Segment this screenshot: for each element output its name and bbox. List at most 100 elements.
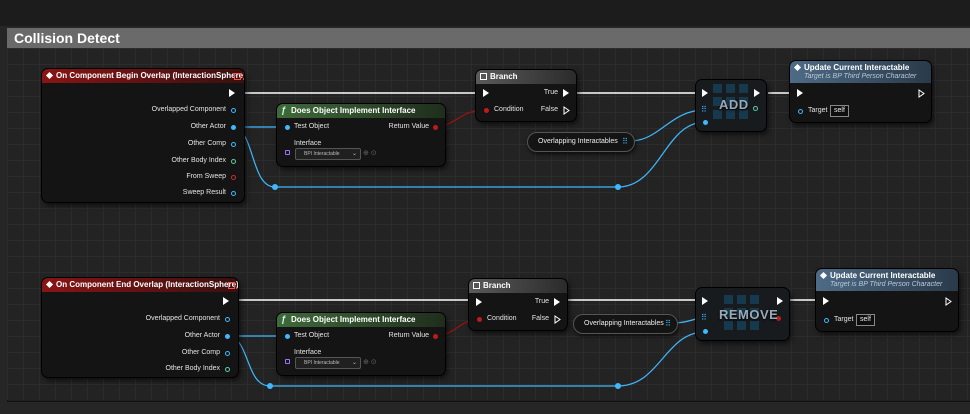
- object-pin[interactable]: [703, 329, 708, 334]
- object-pin[interactable]: [703, 120, 708, 125]
- branch-node[interactable]: Branch True Condition False: [469, 279, 567, 330]
- update-current-interactable-node[interactable]: Update Current Interactable Target is BP …: [816, 269, 958, 331]
- pin-label: Condition: [494, 106, 524, 113]
- array-pin[interactable]: ⠿: [701, 314, 707, 322]
- pin-label: Other Actor: [190, 123, 226, 130]
- int-pin[interactable]: [753, 106, 758, 111]
- int-pin[interactable]: [225, 367, 230, 372]
- pin-label: False: [540, 106, 558, 113]
- browse-icon[interactable]: ⊕ ⊙: [363, 358, 377, 366]
- exec-out-pin[interactable]: [223, 297, 229, 305]
- event-icon: [45, 71, 54, 80]
- browse-icon[interactable]: ⊕ ⊙: [363, 149, 377, 157]
- branch-icon: [480, 73, 487, 80]
- end-overlap-event-node[interactable]: On Component End Overlap (InteractionSph…: [42, 278, 238, 377]
- delegate-pin[interactable]: [234, 73, 241, 80]
- object-pin[interactable]: [285, 334, 290, 339]
- object-pin[interactable]: [225, 351, 230, 356]
- pin-label: True: [534, 298, 549, 305]
- pin-label: Overlapped Component: [151, 106, 226, 113]
- pin-label: Overlapped Component: [145, 315, 220, 322]
- target-field[interactable]: self: [830, 105, 849, 117]
- object-pin[interactable]: [231, 108, 236, 113]
- pin-label: Target: [834, 316, 854, 323]
- struct-pin[interactable]: [231, 191, 236, 196]
- object-pin[interactable]: [798, 109, 803, 114]
- does-implement-interface-node[interactable]: ƒ Does Object Implement Interface Test Ob…: [277, 313, 445, 375]
- exec-true-pin[interactable]: [554, 298, 560, 306]
- function-icon: [819, 271, 828, 280]
- graph-top-band: [0, 0, 970, 26]
- bool-pin[interactable]: [433, 334, 438, 339]
- pin-label: Other Body Index: [165, 365, 220, 372]
- chevron-down-icon: ⌄: [351, 360, 357, 366]
- bool-pin[interactable]: [231, 175, 236, 180]
- node-subtitle: Target is BP Third Person Character: [830, 281, 943, 288]
- int-pin[interactable]: [231, 159, 236, 164]
- add-array-node[interactable]: ⠿ ADD: [696, 80, 766, 131]
- pin-label: Interface: [294, 349, 322, 356]
- class-pin[interactable]: [285, 359, 290, 364]
- exec-in-pin[interactable]: [823, 297, 829, 305]
- exec-out-pin[interactable]: [918, 89, 925, 98]
- array-pin[interactable]: ⠿: [701, 106, 707, 114]
- pin-label: True: [543, 89, 558, 96]
- object-pin[interactable]: [231, 125, 236, 130]
- node-title: Update Current Interactable: [804, 63, 910, 72]
- overlapping-interactables-var[interactable]: Overlapping Interactables ⠿: [573, 314, 678, 334]
- pin-label: Return Value: [388, 332, 429, 339]
- bool-pin[interactable]: [477, 317, 482, 322]
- node-title: On Component Begin Overlap (InteractionS…: [56, 71, 244, 80]
- function-icon: ƒ: [281, 105, 287, 115]
- exec-in-pin[interactable]: [702, 89, 708, 97]
- delegate-pin[interactable]: [228, 282, 235, 289]
- target-field[interactable]: self: [856, 314, 875, 326]
- object-pin[interactable]: [824, 318, 829, 323]
- pin-label: Return Value: [388, 123, 429, 130]
- exec-true-pin[interactable]: [563, 89, 569, 97]
- exec-in-pin[interactable]: [702, 297, 708, 305]
- pin-label: Test Object: [294, 123, 330, 130]
- begin-overlap-event-node[interactable]: On Component Begin Overlap (InteractionS…: [42, 69, 244, 202]
- bool-pin[interactable]: [484, 108, 489, 113]
- pin-label: Interface: [294, 140, 322, 147]
- update-current-interactable-node[interactable]: Update Current Interactable Target is BP …: [790, 61, 931, 122]
- pin-label: False: [531, 315, 549, 322]
- node-title: Update Current Interactable: [830, 271, 936, 280]
- comment-title: Collision Detect: [14, 30, 120, 46]
- overlapping-interactables-var[interactable]: Overlapping Interactables ⠿: [527, 132, 635, 152]
- object-pin[interactable]: [225, 334, 230, 339]
- array-icon: ⠿: [665, 319, 671, 328]
- pin-label: Other Body Index: [171, 157, 226, 164]
- exec-in-pin[interactable]: [797, 89, 803, 97]
- array-icon: ⠿: [622, 137, 628, 146]
- branch-node[interactable]: Branch True Condition False: [476, 70, 576, 121]
- class-pin[interactable]: [285, 150, 290, 155]
- function-icon: [793, 63, 802, 72]
- exec-false-pin[interactable]: [563, 106, 570, 115]
- exec-out-pin[interactable]: [777, 297, 783, 305]
- does-implement-interface-node[interactable]: ƒ Does Object Implement Interface Test Ob…: [277, 104, 445, 166]
- pin-label: Test Object: [294, 332, 330, 339]
- exec-out-pin[interactable]: [945, 297, 952, 306]
- interface-dropdown[interactable]: BPI Interactable ⌄: [295, 148, 361, 160]
- interface-dropdown[interactable]: BPI Interactable ⌄: [295, 357, 361, 369]
- function-icon: ƒ: [281, 314, 287, 324]
- pin-label: Condition: [487, 315, 517, 322]
- bool-pin[interactable]: [433, 125, 438, 130]
- pin-label: From Sweep: [186, 173, 226, 180]
- node-subtitle: Target is BP Third Person Character: [804, 73, 917, 80]
- exec-in-pin[interactable]: [483, 89, 489, 97]
- object-pin[interactable]: [231, 142, 236, 147]
- exec-out-pin[interactable]: [754, 89, 760, 97]
- comment-header[interactable]: Collision Detect: [7, 28, 970, 48]
- exec-out-pin[interactable]: [229, 89, 235, 97]
- branch-icon: [473, 282, 480, 289]
- remove-array-node[interactable]: ⠿ REMOVE: [696, 288, 789, 340]
- object-pin[interactable]: [285, 125, 290, 130]
- node-title: Branch: [490, 72, 518, 81]
- exec-in-pin[interactable]: [476, 298, 482, 306]
- node-title: Does Object Implement Interface: [291, 315, 416, 324]
- exec-false-pin[interactable]: [554, 315, 561, 324]
- object-pin[interactable]: [225, 317, 230, 322]
